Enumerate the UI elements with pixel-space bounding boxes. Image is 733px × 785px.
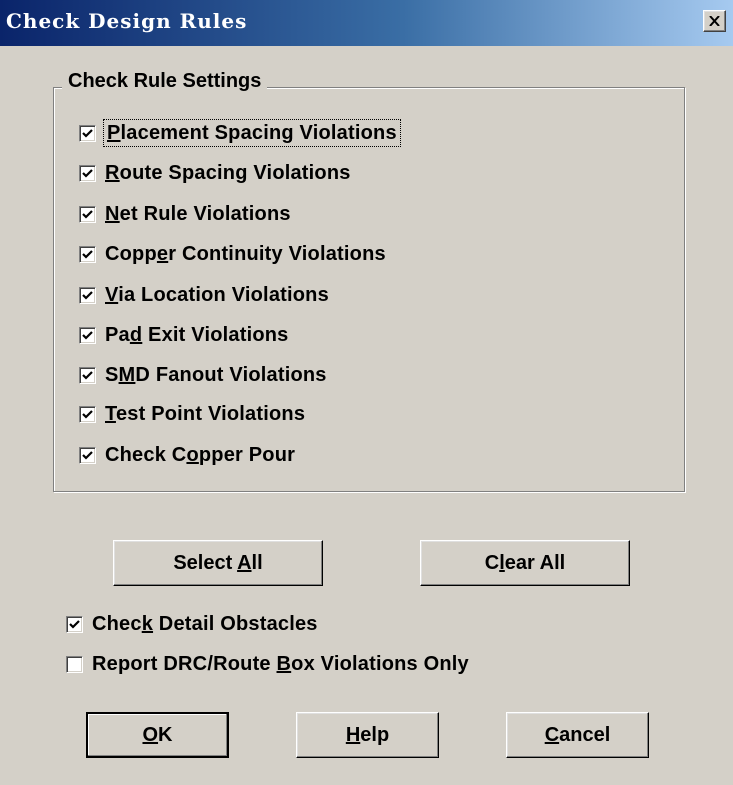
window-title: Check Design Rules — [6, 9, 248, 33]
checkbox-label: Pad Exit Violations — [105, 324, 289, 346]
checkbox-report-drc-route-box[interactable]: Report DRC/Route Box Violations Only — [66, 652, 469, 676]
checkbox-label: Check Copper Pour — [105, 444, 296, 466]
checkbox-box[interactable] — [66, 655, 83, 673]
cancel-button[interactable]: Cancel — [506, 712, 649, 758]
checkbox-box[interactable] — [79, 446, 96, 464]
cancel-label: Cancel — [544, 723, 611, 746]
checkbox-pad-exit[interactable]: Pad Exit Violations — [79, 323, 289, 347]
help-label: Help — [345, 723, 390, 746]
checkbox-net-rule[interactable]: Net Rule Violations — [79, 202, 291, 226]
checkbox-box[interactable] — [79, 124, 96, 142]
select-all-button[interactable]: Select All — [113, 540, 323, 586]
checkbox-box[interactable] — [79, 326, 96, 344]
checkbox-route-spacing[interactable]: Route Spacing Violations — [79, 161, 351, 185]
clear-all-label: Clear All — [484, 551, 566, 574]
check-design-rules-dialog: Check Design Rules Check Rule Settings P… — [0, 0, 733, 785]
clear-all-button[interactable]: Clear All — [420, 540, 630, 586]
checkbox-box[interactable] — [79, 286, 96, 304]
checkbox-label: Test Point Violations — [105, 403, 306, 425]
checkbox-box[interactable] — [79, 205, 96, 223]
checkbox-label: Route Spacing Violations — [105, 162, 351, 184]
checkbox-check-copper-pour[interactable]: Check Copper Pour — [79, 443, 295, 467]
checkbox-test-point[interactable]: Test Point Violations — [79, 402, 305, 426]
checkbox-label: Placement Spacing Violations — [103, 119, 401, 147]
checkbox-placement-spacing[interactable]: Placement Spacing Violations — [79, 119, 401, 147]
checkbox-label: Copper Continuity Violations — [105, 243, 386, 265]
close-icon — [709, 16, 720, 26]
checkbox-smd-fanout[interactable]: SMD Fanout Violations — [79, 363, 327, 387]
close-button[interactable] — [703, 10, 726, 32]
ok-label: OK — [142, 723, 173, 746]
checkbox-label: Via Location Violations — [105, 284, 329, 306]
checkbox-label: SMD Fanout Violations — [105, 364, 327, 386]
checkbox-label: Report DRC/Route Box Violations Only — [92, 653, 469, 675]
select-all-label: Select All — [173, 551, 263, 574]
help-button[interactable]: Help — [296, 712, 439, 758]
title-bar[interactable]: Check Design Rules — [0, 0, 733, 46]
checkbox-box[interactable] — [79, 405, 96, 423]
group-title: Check Rule Settings — [62, 70, 268, 93]
ok-button[interactable]: OK — [86, 712, 229, 758]
checkbox-label: Check Detail Obstacles — [92, 613, 318, 635]
checkbox-label: Net Rule Violations — [105, 203, 291, 225]
checkbox-box[interactable] — [66, 615, 83, 633]
checkbox-check-detail-obstacles[interactable]: Check Detail Obstacles — [66, 612, 318, 636]
checkbox-copper-continuity[interactable]: Copper Continuity Violations — [79, 242, 386, 266]
checkbox-via-location[interactable]: Via Location Violations — [79, 283, 329, 307]
checkbox-box[interactable] — [79, 245, 96, 263]
checkbox-box[interactable] — [79, 366, 96, 384]
checkbox-box[interactable] — [79, 164, 96, 182]
